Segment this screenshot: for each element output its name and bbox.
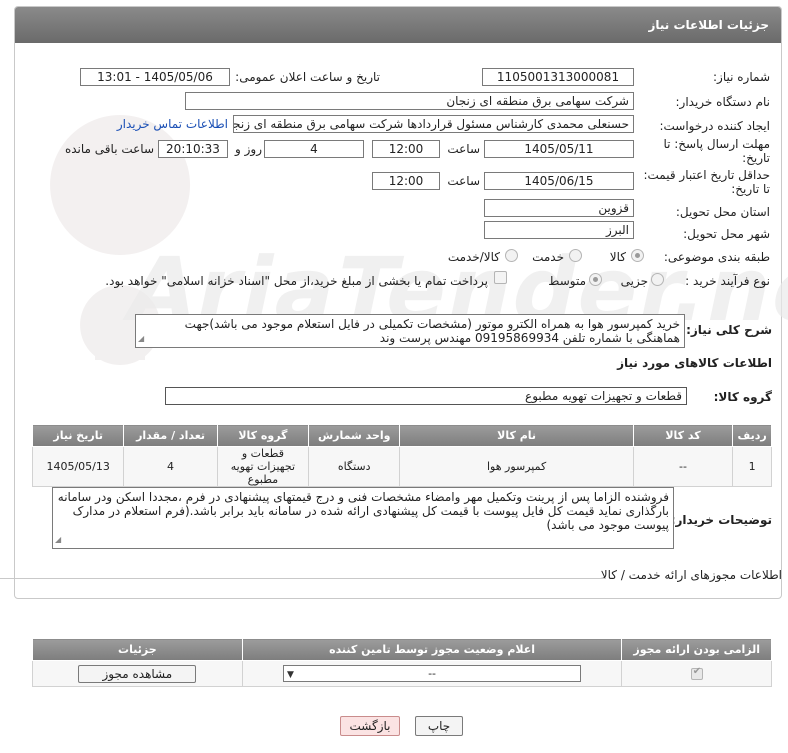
days-label: روز و	[235, 142, 262, 156]
category-radio-goods[interactable]	[631, 249, 644, 262]
permits-table: الزامی بودن ارائه مجوز اعلام وضعیت مجوز …	[32, 638, 772, 687]
city-label: شهر محل تحویل:	[683, 227, 770, 241]
validity-label-date: تا تاریخ:	[731, 182, 770, 196]
back-button[interactable]: بازگشت	[340, 716, 400, 736]
col-permit-details: جزئیات	[32, 638, 243, 661]
view-permit-button[interactable]: مشاهده مجوز	[78, 664, 197, 683]
panel-header: جزئیات اطلاعات نیاز	[15, 7, 781, 43]
deadline-label: مهلت ارسال پاسخ: تا	[663, 137, 770, 151]
cell-row: 1	[732, 446, 772, 487]
validity-label: حداقل تاریخ اعتبار قیمت:	[643, 168, 770, 182]
creator-label: ایجاد کننده درخواست:	[659, 119, 770, 133]
process-label: نوع فرآیند خرید :	[685, 274, 770, 288]
permits-section-title: اطلاعات مجوزهای ارائه خدمت / کالا	[600, 568, 782, 582]
resize-handle-icon: ◢	[55, 535, 62, 544]
description-text: خرید کمپرسور هوا به همراه الکترو موتور (…	[184, 317, 680, 345]
col-qty: تعداد / مقدار	[123, 424, 218, 447]
validity-time-field: 12:00	[372, 172, 440, 190]
cell-qty: 4	[123, 446, 218, 487]
permits-table-header: الزامی بودن ارائه مجوز اعلام وضعیت مجوز …	[32, 638, 772, 661]
check-icon: ✔	[692, 666, 702, 677]
goods-table: ردیف کد کالا نام کالا واحد شمارش گروه کا…	[31, 424, 772, 487]
creator-field: حسنعلی محمدی کارشناس مسئول قراردادها شرک…	[233, 115, 634, 133]
buyer-notes-label: توضیحات خریدار:	[670, 513, 772, 527]
cell-date: 1405/05/13	[31, 446, 125, 487]
cell-unit: دستگاه	[308, 446, 401, 487]
treasury-checkbox[interactable]	[494, 271, 507, 284]
print-button[interactable]: چاپ	[415, 716, 463, 736]
cell-permit-details: مشاهده مجوز	[32, 660, 243, 687]
category-radio-service[interactable]	[569, 249, 582, 262]
process-option-medium: متوسط	[548, 274, 586, 288]
city-field: البرز	[484, 221, 634, 239]
goods-table-header: ردیف کد کالا نام کالا واحد شمارش گروه کا…	[31, 424, 772, 447]
cell-permit-status: -- ▼	[241, 660, 623, 687]
permits-divider	[0, 578, 606, 579]
validity-date-field: 1405/06/15	[484, 172, 634, 190]
col-group: گروه کالا	[216, 424, 310, 447]
goods-group-label: گروه کالا:	[713, 390, 772, 404]
need-number-field: 1105001313000081	[482, 68, 634, 86]
page-title: جزئیات اطلاعات نیاز	[648, 18, 769, 32]
buyer-contact-link[interactable]: اطلاعات تماس خریدار	[110, 117, 228, 131]
col-row: ردیف	[732, 424, 772, 447]
category-option-service: خدمت	[532, 250, 564, 264]
province-label: استان محل تحویل:	[675, 205, 770, 219]
deadline-time-field: 12:00	[372, 140, 440, 158]
col-name: نام کالا	[399, 424, 634, 447]
buyer-notes-textarea: فروشنده الزاما پس از پرینت وتکمیل مهر وا…	[52, 487, 674, 549]
cell-permit-required: ✔	[621, 660, 772, 687]
col-permit-required: الزامی بودن ارائه مجوز	[621, 638, 772, 661]
announce-datetime-label: تاریخ و ساعت اعلان عمومی:	[235, 70, 380, 84]
category-option-goods-service: کالا/خدمت	[447, 250, 500, 264]
deadline-time-label: ساعت	[447, 142, 480, 156]
category-label: طبقه بندی موضوعی:	[663, 250, 770, 264]
cell-code: --	[632, 446, 734, 487]
permit-required-checkbox: ✔	[690, 666, 703, 680]
resize-handle-icon: ◢	[138, 334, 145, 343]
permit-status-value: --	[428, 667, 437, 680]
buyer-notes-text: فروشنده الزاما پس از پرینت وتکمیل مهر وا…	[57, 490, 669, 532]
description-textarea: خرید کمپرسور هوا به همراه الکترو موتور (…	[135, 314, 685, 348]
category-radio-goods-service[interactable]	[505, 249, 518, 262]
need-number-label: شماره نیاز:	[713, 70, 770, 84]
days-remaining-field: 4	[264, 140, 364, 158]
category-option-goods: کالا	[609, 250, 626, 264]
process-radio-medium[interactable]	[589, 273, 602, 286]
table-row: ✔ -- ▼ مشاهده مجوز	[32, 660, 772, 687]
permits-table-wrap: الزامی بودن ارائه مجوز اعلام وضعیت مجوز …	[32, 638, 772, 687]
deadline-date-field: 1405/05/11	[484, 140, 634, 158]
col-unit: واحد شمارش	[308, 424, 401, 447]
col-permit-status: اعلام وضعیت مجوز توسط تامین کننده	[241, 638, 623, 661]
cell-name: کمپرسور هوا	[399, 446, 634, 487]
chevron-down-icon: ▼	[287, 670, 294, 680]
buyer-label: نام دستگاه خریدار:	[675, 95, 771, 109]
process-radio-minor[interactable]	[651, 273, 664, 286]
cell-group: قطعات و تجهیزات تهویه مطبوع	[216, 446, 310, 487]
treasury-note: پرداخت تمام یا بخشی از مبلغ خرید،از محل …	[105, 274, 488, 288]
remaining-time-label: ساعت باقی مانده	[64, 142, 154, 156]
permit-status-select[interactable]: -- ▼	[283, 665, 582, 682]
goods-table-wrap: ردیف کد کالا نام کالا واحد شمارش گروه کا…	[31, 424, 772, 487]
remaining-time-field: 20:10:33	[158, 140, 228, 158]
validity-time-label: ساعت	[447, 174, 480, 188]
col-date: تاریخ نیاز	[31, 424, 125, 447]
goods-section-title: اطلاعات کالاهای مورد نیاز	[617, 356, 772, 370]
description-label: شرح کلی نیاز:	[686, 323, 772, 337]
announce-datetime-field: 1405/05/06 - 13:01	[80, 68, 230, 86]
goods-group-field: قطعات و تجهیزات تهویه مطبوع	[165, 387, 687, 405]
table-row: 1 -- کمپرسور هوا دستگاه قطعات و تجهیزات …	[31, 446, 772, 487]
process-option-minor: جزیی	[620, 274, 648, 288]
col-code: کد کالا	[632, 424, 734, 447]
province-field: قزوین	[484, 199, 634, 217]
deadline-label-date: تاریخ:	[742, 151, 770, 165]
buyer-field: شرکت سهامی برق منطقه ای زنجان	[185, 92, 634, 110]
